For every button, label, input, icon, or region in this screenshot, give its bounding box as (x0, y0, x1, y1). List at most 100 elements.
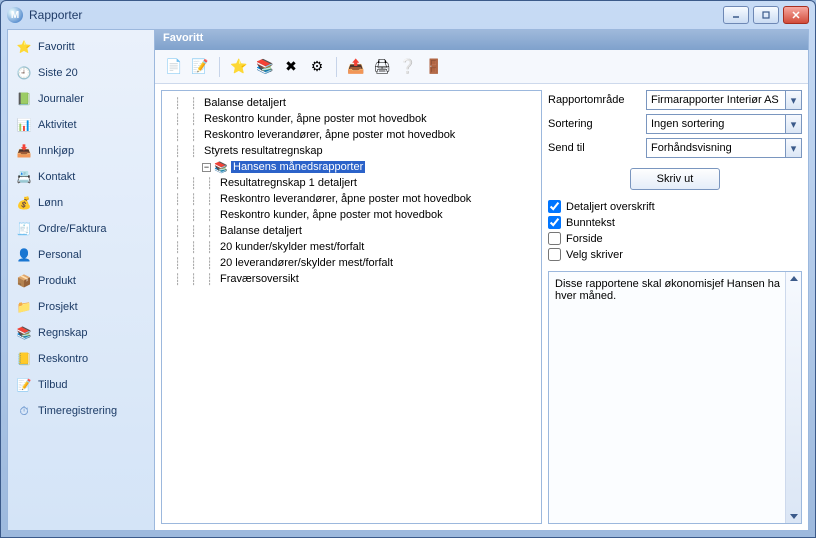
tree-node[interactable]: ┊┊┊Fraværsoversikt (170, 271, 541, 287)
sidebar-item-prosjekt[interactable]: 📁Prosjekt (8, 294, 154, 320)
sidebar-icon: 📗 (16, 91, 32, 107)
tree-node-label[interactable]: Fraværsoversikt (218, 273, 301, 285)
toolbar-separator (219, 57, 220, 77)
tree-node-label[interactable]: 20 kunder/skylder mest/forfalt (218, 241, 366, 253)
collapse-icon[interactable]: − (202, 163, 211, 172)
sidebar-item-label: Reskontro (38, 353, 88, 365)
combo-send-til[interactable]: Forhåndsvisning ▾ (646, 138, 802, 158)
sidebar-item-label: Regnskap (38, 327, 88, 339)
sidebar-icon: 📚 (16, 325, 32, 341)
checkbox-input[interactable] (548, 248, 561, 261)
sidebar-item-produkt[interactable]: 📦Produkt (8, 268, 154, 294)
sidebar-icon: ⏱ (16, 403, 32, 419)
toolbar: 📄📝 ⭐📚✖⚙ 📤🖨❔🚪 (155, 50, 808, 84)
folder-icon: 📚 (214, 160, 228, 174)
edit-report-button[interactable]: 📝 (189, 56, 211, 78)
help-button[interactable]: ❔ (397, 56, 419, 78)
sidebar-item-label: Prosjekt (38, 301, 78, 313)
tree-node-label[interactable]: Hansens månedsrapporter (231, 161, 365, 173)
checkbox-label: Detaljert overskrift (566, 201, 655, 213)
settings-button[interactable]: ⚙ (306, 56, 328, 78)
sidebar-item-label: Siste 20 (38, 67, 78, 79)
tree-node-label[interactable]: Reskontro leverandører, åpne poster mot … (202, 129, 457, 141)
tree-node-label[interactable]: Reskontro kunder, åpne poster mot hovedb… (202, 113, 429, 125)
sidebar-item-label: Timeregistrering (38, 405, 117, 417)
tree-node[interactable]: ┊┊┊Reskontro kunder, åpne poster mot hov… (170, 207, 541, 223)
tree-node-label[interactable]: Balanse detaljert (202, 97, 288, 109)
print-button[interactable]: 🖨 (371, 56, 393, 78)
export-button[interactable]: 📤 (345, 56, 367, 78)
sidebar-item-tilbud[interactable]: 📝Tilbud (8, 372, 154, 398)
checkbox-input[interactable] (548, 232, 561, 245)
check-forside[interactable]: Forside (548, 232, 802, 245)
sidebar-item-kontakt[interactable]: 📇Kontakt (8, 164, 154, 190)
tree-node[interactable]: ┊┊┊20 leverandører/skylder mest/forfalt (170, 255, 541, 271)
tree-node-label[interactable]: Resultatregnskap 1 detaljert (218, 177, 359, 189)
delete-button[interactable]: ✖ (280, 56, 302, 78)
sidebar-item-innkj-p[interactable]: 📥Innkjøp (8, 138, 154, 164)
tree-node[interactable]: ┊┊┊Balanse detaljert (170, 223, 541, 239)
tree-node-label[interactable]: 20 leverandører/skylder mest/forfalt (218, 257, 395, 269)
tree-node-label[interactable]: Styrets resultatregnskap (202, 145, 325, 157)
sidebar-icon: 👤 (16, 247, 32, 263)
window-controls (723, 6, 809, 24)
check-velg-skriver[interactable]: Velg skriver (548, 248, 802, 261)
label-rapportomrade: Rapportområde (548, 94, 638, 106)
checkbox-input[interactable] (548, 200, 561, 213)
sidebar-item-label: Aktivitet (38, 119, 77, 131)
sidebar-item-timeregistrering[interactable]: ⏱ Timeregistrering (8, 398, 154, 424)
sidebar-item-ordre-faktura[interactable]: 🧾Ordre/Faktura (8, 216, 154, 242)
sidebar-item-label: Kontakt (38, 171, 75, 183)
sidebar-item-journaler[interactable]: 📗Journaler (8, 86, 154, 112)
sidebar-item-siste-20[interactable]: 🕘Siste 20 (8, 60, 154, 86)
main-panel: Favoritt 📄📝⭐📚✖⚙📤🖨❔🚪 ┊┊Balanse detaljert┊… (154, 30, 808, 530)
check-bunntekst[interactable]: Bunntekst (548, 216, 802, 229)
sidebar-item-aktivitet[interactable]: 📊 Aktivitet (8, 112, 154, 138)
sidebar-item-label: Innkjøp (38, 145, 74, 157)
tree-node[interactable]: ┊┊Styrets resultatregnskap (170, 143, 541, 159)
tree-panel[interactable]: ┊┊Balanse detaljert┊┊Reskontro kunder, å… (161, 90, 542, 524)
chevron-down-icon[interactable]: ▾ (785, 139, 801, 157)
tree-node-label[interactable]: Reskontro kunder, åpne poster mot hovedb… (218, 209, 445, 221)
sidebar-icon: 📊 (16, 117, 32, 133)
report-tree: ┊┊Balanse detaljert┊┊Reskontro kunder, å… (162, 91, 541, 291)
sidebar-item-l-nn[interactable]: 💰Lønn (8, 190, 154, 216)
checkbox-label: Velg skriver (566, 249, 623, 261)
tree-node[interactable]: ┊┊Reskontro leverandører, åpne poster mo… (170, 127, 541, 143)
checkbox-input[interactable] (548, 216, 561, 229)
tree-node-label[interactable]: Balanse detaljert (218, 225, 304, 237)
chevron-down-icon[interactable]: ▾ (785, 115, 801, 133)
check-detaljert[interactable]: Detaljert overskrift (548, 200, 802, 213)
tree-node[interactable]: ┊┊┊Reskontro leverandører, åpne poster m… (170, 191, 541, 207)
label-send-til: Send til (548, 142, 638, 154)
scrollbar[interactable] (785, 272, 801, 523)
tree-node[interactable]: ┊┊Reskontro kunder, åpne poster mot hove… (170, 111, 541, 127)
sidebar-item-personal[interactable]: 👤Personal (8, 242, 154, 268)
tree-node-label[interactable]: Reskontro leverandører, åpne poster mot … (218, 193, 473, 205)
close-button[interactable] (783, 6, 809, 24)
exit-button[interactable]: 🚪 (423, 56, 445, 78)
print-button[interactable]: Skriv ut (630, 168, 720, 190)
properties-panel: Rapportområde Firmarapporter Interiør AS… (548, 90, 802, 524)
description-box[interactable]: Disse rapportene skal økonomisjef Hansen… (548, 271, 802, 524)
chevron-down-icon[interactable]: ▾ (785, 91, 801, 109)
favorite-button[interactable]: ⭐ (228, 56, 250, 78)
combo-sortering[interactable]: Ingen sortering ▾ (646, 114, 802, 134)
tree-node[interactable]: ┊┊┊20 kunder/skylder mest/forfalt (170, 239, 541, 255)
sidebar-item-favoritt[interactable]: ⭐Favoritt (8, 34, 154, 60)
maximize-button[interactable] (753, 6, 779, 24)
combo-rapportomrade[interactable]: Firmarapporter Interiør AS ▾ (646, 90, 802, 110)
tree-node[interactable]: ┊−📚Hansens månedsrapporter (170, 159, 541, 175)
duplicate-button[interactable]: 📚 (254, 56, 276, 78)
new-report-button[interactable]: 📄 (163, 56, 185, 78)
titlebar[interactable]: M Rapporter (1, 1, 815, 29)
tree-node[interactable]: ┊┊┊Resultatregnskap 1 detaljert (170, 175, 541, 191)
sidebar-item-regnskap[interactable]: 📚 Regnskap (8, 320, 154, 346)
sidebar-item-label: Ordre/Faktura (38, 223, 106, 235)
main-header: Favoritt (155, 30, 808, 50)
sidebar-icon: 📒 (16, 351, 32, 367)
minimize-button[interactable] (723, 6, 749, 24)
sidebar-icon: 📝 (16, 377, 32, 393)
sidebar-item-reskontro[interactable]: 📒 Reskontro (8, 346, 154, 372)
tree-node[interactable]: ┊┊Balanse detaljert (170, 95, 541, 111)
